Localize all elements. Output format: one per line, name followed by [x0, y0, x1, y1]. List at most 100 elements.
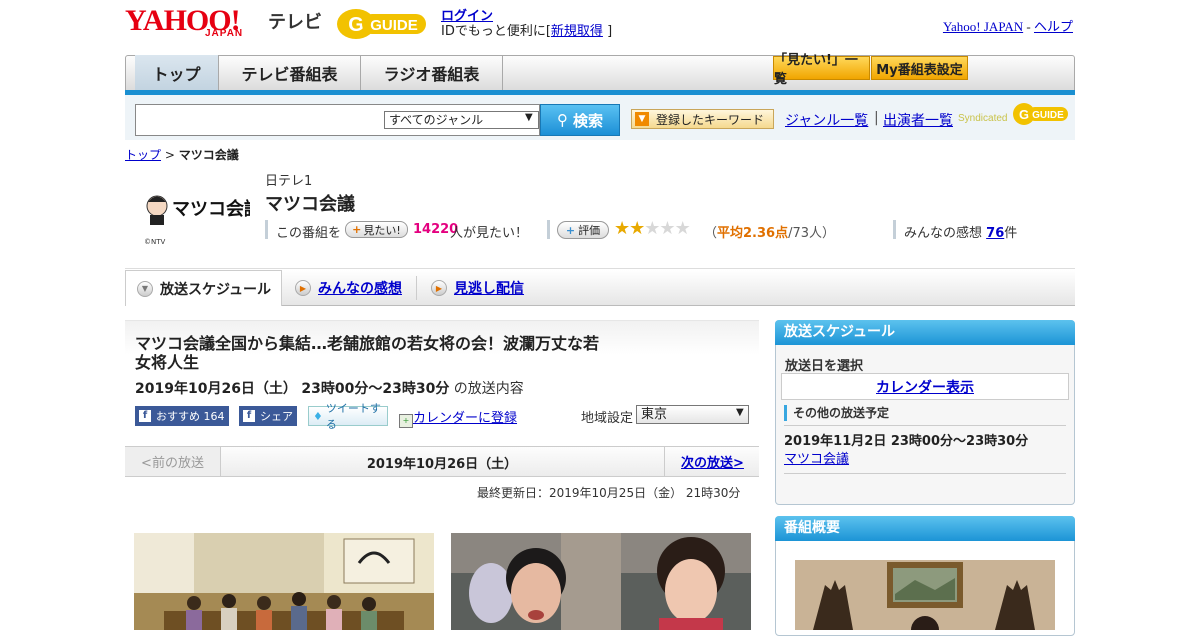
chevron-right-icon: ▶	[431, 280, 447, 296]
tweet-button[interactable]: ♦ ツイートする	[308, 402, 388, 431]
search-button[interactable]: ⚲ 検索	[540, 104, 620, 136]
star-empty-icon: ★	[659, 218, 675, 239]
episode-date-suffix: の放送内容	[453, 381, 524, 397]
calendar-register[interactable]: + カレンダーに登録	[399, 407, 517, 428]
copyright-label: ©NTV	[144, 238, 166, 246]
facebook-icon: f	[139, 410, 151, 422]
overview-sidebar-header: 番組概要	[775, 516, 1075, 541]
tab-vod[interactable]: ▶ 見逃し配信	[431, 270, 524, 306]
plus-icon: +	[352, 223, 362, 236]
registered-keyword-button[interactable]: 登録したキーワード	[631, 109, 774, 129]
program-logo: マツコ会議	[146, 195, 250, 225]
pager-current-date: 2019年10月26日（土）	[366, 457, 518, 472]
tab-reviews[interactable]: ▶ みんなの感想	[295, 270, 402, 306]
mitai-suffix: 人が見たい！	[450, 226, 529, 241]
episode-datetime: 2019年10月26日（土） 23時00分～23時30分 の放送内容	[135, 378, 524, 398]
gguide-logo[interactable]: G GUIDE	[336, 8, 431, 40]
id-promo-text: IDでもっと便利に[	[441, 24, 551, 39]
twitter-bird-icon: ♦	[313, 409, 323, 423]
calendar-view-link[interactable]: カレンダー表示	[876, 377, 974, 397]
divider	[784, 473, 1066, 474]
tv-logo-label[interactable]: テレビ	[268, 8, 322, 34]
episode-photo-ryokan	[134, 533, 434, 630]
genre-list-link[interactable]: ジャンル一覧	[785, 110, 868, 130]
next-broadcast-link[interactable]: 次の放送>	[681, 452, 744, 471]
svg-text:マツコ会議: マツコ会議	[172, 198, 250, 220]
other-schedule-link[interactable]: マツコ会議	[784, 448, 849, 467]
review-count-line: みんなの感想 76件	[904, 222, 1017, 241]
nav-tab-top[interactable]: トップ	[135, 55, 219, 91]
channel-name: 日テレ1	[265, 174, 313, 189]
chevron-down-icon: ▼	[137, 280, 153, 297]
yahoo-japan-link[interactable]: Yahoo! JAPAN	[943, 19, 1023, 34]
stat-divider	[265, 220, 268, 239]
rating-button[interactable]: + 評価	[557, 221, 609, 239]
rating-average-value: 平均2.36点	[717, 226, 789, 241]
review-count-link[interactable]: 76	[986, 226, 1004, 241]
facebook-recommend-button[interactable]: f おすすめ 164	[135, 406, 229, 426]
other-schedule-date: 2019年11月2日 23時00分～23時30分	[784, 434, 1029, 449]
mitai-button[interactable]: + 見たい!	[345, 221, 408, 238]
fb-share-label: シェア	[260, 410, 293, 423]
nav-tab-radio-schedule[interactable]: ラジオ番組表	[361, 55, 503, 91]
dropdown-arrow-icon: ▼	[635, 112, 649, 126]
tab-vod-link[interactable]: 見逃し配信	[454, 278, 524, 298]
svg-text:G: G	[348, 14, 364, 36]
tab-reviews-link[interactable]: みんなの感想	[318, 278, 402, 298]
program-title: マツコ会議	[265, 194, 355, 215]
header-dash: -	[1026, 19, 1031, 34]
nav-tab-tv-schedule[interactable]: テレビ番組表	[219, 55, 361, 91]
my-schedule-button[interactable]: My番組表設定	[871, 56, 968, 80]
rating-stars: ★★★★★	[614, 218, 691, 239]
schedule-sidebar-header: 放送スケジュール	[775, 320, 1075, 345]
search-icon: ⚲	[556, 111, 568, 129]
chevron-down-icon: ▼	[525, 112, 533, 123]
breadcrumb-top-link[interactable]: トップ	[125, 148, 161, 162]
calendar-view-button[interactable]: カレンダー表示	[781, 373, 1069, 400]
yahoo-japan-logo-text: JAPAN	[205, 28, 244, 39]
mitai-prefix: この番組を	[276, 226, 342, 241]
fb-recommend-label: おすすめ	[156, 410, 200, 423]
next-broadcast[interactable]: 次の放送>	[664, 447, 760, 476]
breadcrumb: トップ > マツコ会議	[125, 146, 239, 163]
episode-date: 2019年10月26日（土）	[135, 381, 297, 397]
cast-list-link[interactable]: 出演者一覧	[883, 110, 953, 130]
calendar-register-link[interactable]: カレンダーに登録	[413, 411, 517, 426]
tweet-label: ツイートする	[325, 402, 381, 431]
divider	[784, 425, 1066, 426]
facebook-share-button[interactable]: f シェア	[239, 406, 297, 426]
other-schedule-heading: その他の放送予定	[784, 405, 889, 421]
region-select[interactable]: 東京	[636, 405, 749, 424]
rating-paren: （	[704, 226, 718, 241]
search-button-label: 検索	[572, 111, 603, 130]
mitai-list-button[interactable]: 「見たい!」一覧	[773, 53, 870, 87]
svg-text:GUIDE: GUIDE	[370, 17, 418, 34]
star-empty-icon: ★	[674, 218, 691, 239]
id-promo: IDでもっと便利に[新規取得 ]	[441, 20, 612, 39]
header-links: Yahoo! JAPAN - ヘルプ	[943, 16, 1073, 35]
rating-average: （平均2.36点/73人）	[704, 222, 835, 241]
stat-divider	[547, 220, 550, 239]
tab-schedule[interactable]: ▼ 放送スケジュール	[125, 270, 282, 306]
region-label: 地域設定	[581, 411, 634, 426]
last-updated: 最終更新日：2019年10月25日（金） 21時30分	[477, 486, 741, 500]
svg-text:GUIDE: GUIDE	[1032, 110, 1064, 121]
tab-divider	[416, 276, 417, 300]
mitai-button-label: 見たい!	[363, 223, 401, 237]
svg-text:G: G	[1019, 107, 1029, 122]
chevron-down-icon: ▼	[736, 407, 744, 418]
plus-icon: +	[565, 223, 576, 237]
calendar-plus-icon: +	[399, 414, 413, 428]
gguide-small-logo: G GUIDE	[1013, 103, 1068, 125]
genre-select[interactable]: すべてのジャンル	[384, 111, 539, 129]
id-promo-close: ]	[607, 24, 613, 39]
help-link[interactable]: ヘルプ	[1034, 19, 1073, 34]
episode-photo-hosts	[451, 533, 751, 630]
overview-photo	[795, 560, 1055, 630]
stat-divider	[893, 220, 896, 239]
signup-link[interactable]: 新規取得	[551, 24, 603, 39]
breadcrumb-separator: >	[164, 148, 175, 162]
prev-broadcast: <前の放送	[125, 447, 221, 476]
star-filled-icon: ★	[614, 218, 630, 239]
episode-time: 23時00分～23時30分	[301, 381, 450, 397]
